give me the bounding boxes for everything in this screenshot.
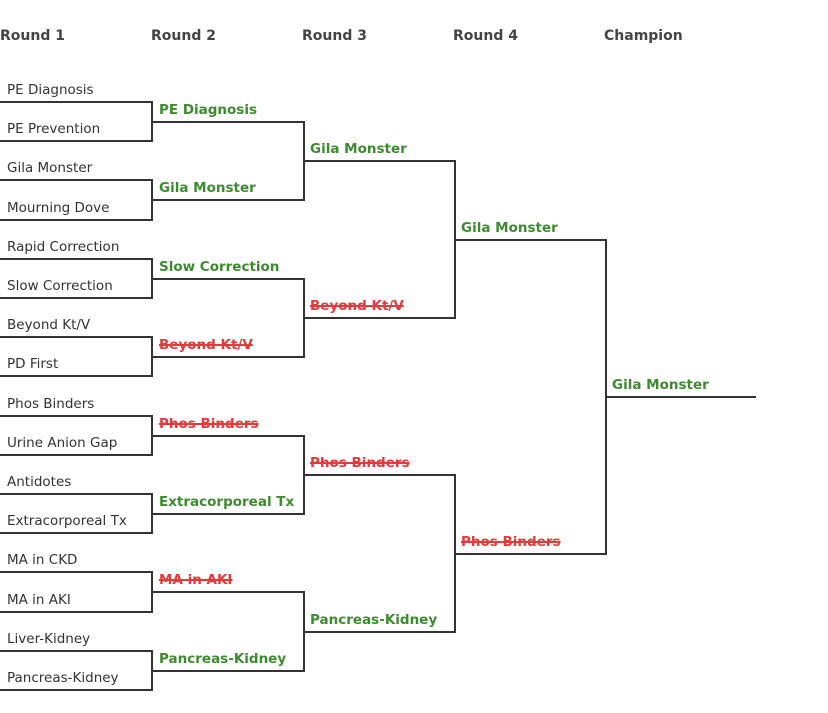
bracket-line <box>0 689 152 691</box>
bracket-line <box>0 179 152 181</box>
bracket-line <box>0 101 152 103</box>
header-round-1: Round 1 <box>0 28 65 44</box>
bracket-entry-round-2[interactable]: MA in AKI <box>159 572 232 588</box>
bracket-entry-round-1[interactable]: Urine Anion Gap <box>7 435 117 451</box>
bracket-entry-round-4[interactable]: Gila Monster <box>461 220 558 236</box>
bracket-entry-round-2[interactable]: PE Diagnosis <box>159 102 257 118</box>
bracket-line <box>0 493 152 495</box>
bracket-line <box>303 631 455 633</box>
header-round-4: Round 4 <box>453 28 518 44</box>
bracket-line <box>0 297 152 299</box>
bracket-line <box>152 356 304 358</box>
header-champion: Champion <box>604 28 683 44</box>
header-round-2: Round 2 <box>151 28 216 44</box>
bracket-entry-round-1[interactable]: Beyond Kt/V <box>7 317 90 333</box>
bracket-line <box>0 454 152 456</box>
bracket-line <box>0 336 152 338</box>
bracket-entry-round-1[interactable]: PD First <box>7 356 58 372</box>
bracket-entry-round-1[interactable]: Rapid Correction <box>7 239 119 255</box>
bracket-entry-round-1[interactable]: PE Prevention <box>7 121 100 137</box>
bracket-entry-round-1[interactable]: Liver-Kidney <box>7 631 90 647</box>
bracket-line <box>152 121 304 123</box>
tournament-bracket: Round 1 Round 2 Round 3 Round 4 Champion… <box>0 0 828 713</box>
bracket-line <box>0 219 152 221</box>
bracket-entry-champion[interactable]: Gila Monster <box>612 377 709 393</box>
header-round-3: Round 3 <box>302 28 367 44</box>
bracket-line <box>303 317 455 319</box>
bracket-line <box>0 140 152 142</box>
bracket-entry-round-4[interactable]: Phos Binders <box>461 534 561 550</box>
bracket-entry-round-1[interactable]: Slow Correction <box>7 278 113 294</box>
bracket-line <box>454 553 606 555</box>
bracket-line <box>152 670 304 672</box>
bracket-entry-round-2[interactable]: Pancreas-Kidney <box>159 651 286 667</box>
bracket-entry-round-3[interactable]: Pancreas-Kidney <box>310 612 437 628</box>
bracket-entry-round-1[interactable]: MA in AKI <box>7 592 71 608</box>
bracket-entry-round-1[interactable]: MA in CKD <box>7 552 77 568</box>
bracket-entry-round-3[interactable]: Phos Binders <box>310 455 410 471</box>
bracket-entry-round-1[interactable]: Gila Monster <box>7 160 92 176</box>
bracket-line <box>0 375 152 377</box>
bracket-entry-round-2[interactable]: Beyond Kt/V <box>159 337 253 353</box>
bracket-line <box>454 239 606 241</box>
bracket-entry-round-2[interactable]: Slow Correction <box>159 259 279 275</box>
bracket-line <box>0 415 152 417</box>
bracket-line <box>605 396 756 398</box>
bracket-line <box>303 160 455 162</box>
bracket-line <box>303 474 455 476</box>
bracket-line <box>152 591 304 593</box>
bracket-line <box>0 532 152 534</box>
bracket-entry-round-1[interactable]: Antidotes <box>7 474 71 490</box>
bracket-line <box>0 650 152 652</box>
bracket-entry-round-3[interactable]: Gila Monster <box>310 141 407 157</box>
bracket-entry-round-3[interactable]: Beyond Kt/V <box>310 298 404 314</box>
bracket-entry-round-1[interactable]: Extracorporeal Tx <box>7 513 127 529</box>
bracket-entry-round-1[interactable]: Phos Binders <box>7 396 94 412</box>
bracket-entry-round-2[interactable]: Extracorporeal Tx <box>159 494 294 510</box>
bracket-line <box>152 435 304 437</box>
bracket-entry-round-1[interactable]: PE Diagnosis <box>7 82 94 98</box>
bracket-entry-round-2[interactable]: Gila Monster <box>159 180 256 196</box>
bracket-entry-round-1[interactable]: Pancreas-Kidney <box>7 670 119 686</box>
bracket-entry-round-2[interactable]: Phos Binders <box>159 416 259 432</box>
bracket-line <box>152 513 304 515</box>
bracket-line <box>0 258 152 260</box>
bracket-line <box>152 278 304 280</box>
bracket-line <box>0 571 152 573</box>
bracket-line <box>0 611 152 613</box>
bracket-line <box>152 199 304 201</box>
bracket-entry-round-1[interactable]: Mourning Dove <box>7 200 109 216</box>
